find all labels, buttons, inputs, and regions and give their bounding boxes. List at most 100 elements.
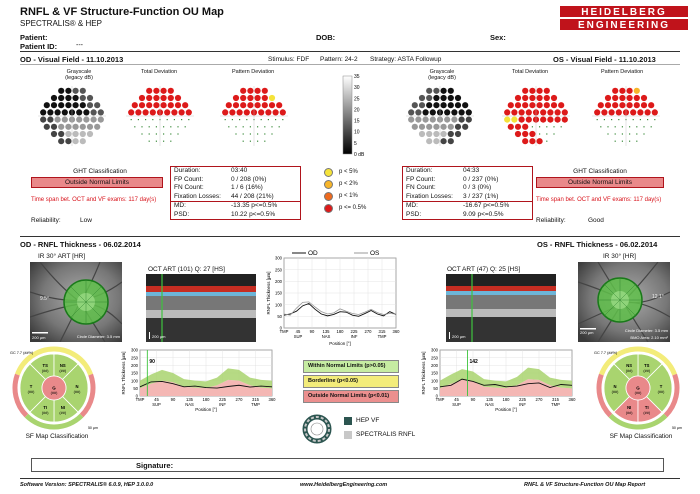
- os-ir-label: IR 30° [HR]: [603, 253, 636, 260]
- od-sf-label: SF Map Classification: [25, 433, 89, 440]
- vf-point: [626, 87, 633, 94]
- vf-point: [440, 102, 447, 109]
- os-pattern-deviation-label: Pattern Deviation: [601, 69, 644, 75]
- vf-point: [633, 87, 640, 94]
- vf-point: [554, 116, 561, 123]
- vf-point: [50, 123, 58, 130]
- vf-point: [536, 94, 543, 102]
- vf-point: [529, 102, 536, 109]
- od-oct-scan: 200 µm: [146, 274, 256, 342]
- vf-point: [507, 102, 514, 109]
- x-tick-label: 360: [269, 397, 277, 402]
- vf-point: [651, 109, 658, 116]
- vf-point: [636, 133, 638, 135]
- sector-label: T: [660, 384, 663, 389]
- vf-point: [522, 102, 529, 109]
- vf-point: [504, 116, 511, 123]
- vf-point: [608, 109, 615, 116]
- y-axis-label: RNFL Thickness [µm]: [421, 351, 426, 394]
- os-grayscale-map: [406, 86, 474, 146]
- vf-point: [615, 109, 622, 116]
- vf-point: [65, 130, 72, 138]
- sector-percent: (##): [28, 390, 35, 394]
- vf-point: [597, 102, 604, 109]
- sector-label: NS: [60, 363, 66, 368]
- od-total-deviation-map: [126, 86, 194, 146]
- vf-point: [265, 109, 272, 116]
- p-value-label: p < 2%: [339, 181, 358, 187]
- grayscale-scale-bar: 35 30 25 20 15 10 5 0 dB: [342, 74, 365, 158]
- vf-point: [146, 87, 153, 94]
- vf-point: [258, 109, 265, 116]
- y-tick-label: 100: [275, 302, 283, 307]
- vf-point: [614, 126, 616, 128]
- os-fundus-scale: 200 µm: [580, 330, 594, 335]
- sector-percent: (##): [74, 390, 81, 394]
- vf-point: [224, 119, 226, 121]
- os-fixation-row: Fixation Losses: 3 / 237 (1%): [406, 192, 499, 200]
- vf-point: [249, 140, 251, 142]
- vf-point: [408, 116, 415, 123]
- strategy-label: Strategy: ASTA Followup: [370, 56, 442, 63]
- vf-point: [146, 102, 153, 109]
- vf-point: [462, 102, 469, 109]
- vf-point: [504, 109, 511, 116]
- vf-point: [604, 102, 612, 109]
- sector-percent: (##): [59, 411, 66, 415]
- vf-point: [261, 94, 268, 102]
- footer-url[interactable]: www.HeidelbergEngineering.com: [300, 482, 387, 488]
- vf-point: [72, 138, 79, 145]
- x-tick-label-secondary: INF: [219, 402, 226, 407]
- x-tick-label: TMP: [280, 329, 289, 334]
- vf-point: [433, 130, 440, 138]
- p-value-legend-item: p <= 0.5%: [324, 202, 366, 214]
- vf-point: [426, 138, 433, 145]
- vf-point: [611, 119, 613, 121]
- vf-point: [90, 109, 97, 116]
- vf-point: [514, 102, 522, 109]
- vf-point: [433, 102, 440, 109]
- vf-point: [79, 102, 86, 109]
- od-ght-label: GHT Classification: [73, 168, 127, 175]
- p-value-label: p <= 0.5%: [339, 205, 367, 211]
- vf-point: [138, 94, 146, 102]
- vf-point: [632, 119, 634, 121]
- vf-point: [257, 126, 259, 128]
- vf-point: [43, 102, 50, 109]
- patient-label: Patient:: [20, 33, 48, 42]
- vf-point: [58, 123, 65, 130]
- sector-label: N: [75, 384, 78, 389]
- x-tick-label: 360: [569, 397, 577, 402]
- vf-point: [166, 119, 168, 121]
- sector-percent: (##): [626, 411, 633, 415]
- vf-point: [426, 130, 433, 138]
- scale-tick-label: 35: [354, 74, 360, 80]
- vf-point: [426, 102, 433, 109]
- od-oct-scale: 200 µm: [152, 334, 166, 339]
- vf-point: [451, 116, 458, 123]
- x-tick-label: 90: [171, 397, 176, 402]
- sector-label: NI: [61, 405, 65, 410]
- od-vf-title: OD - Visual Field - 11.10.2013: [20, 55, 124, 64]
- od-md-row: MD: -13.35 p<=0.5%: [174, 202, 278, 209]
- vf-point: [418, 123, 426, 130]
- vf-point: [264, 140, 266, 142]
- x-tick-label: TMP: [136, 397, 145, 402]
- vf-point: [440, 94, 447, 102]
- vf-point: [130, 119, 132, 121]
- vf-point: [553, 133, 555, 135]
- vf-point: [167, 87, 174, 94]
- global-label: G: [52, 386, 56, 391]
- vf-point: [40, 116, 47, 123]
- vf-point: [529, 130, 536, 138]
- vf-point: [94, 102, 101, 109]
- vf-point: [86, 102, 94, 109]
- vf-point: [454, 130, 462, 138]
- report-title: RNFL & VF Structure-Function OU Map: [20, 6, 224, 18]
- gc-label: GC 7.7 (##%): [10, 351, 34, 355]
- vf-point: [550, 102, 558, 109]
- scale-tick-label: 0 dB: [354, 152, 365, 158]
- x-tick-label: 180: [203, 397, 211, 402]
- vf-point: [225, 102, 232, 109]
- signature-box[interactable]: Signature:: [31, 458, 664, 472]
